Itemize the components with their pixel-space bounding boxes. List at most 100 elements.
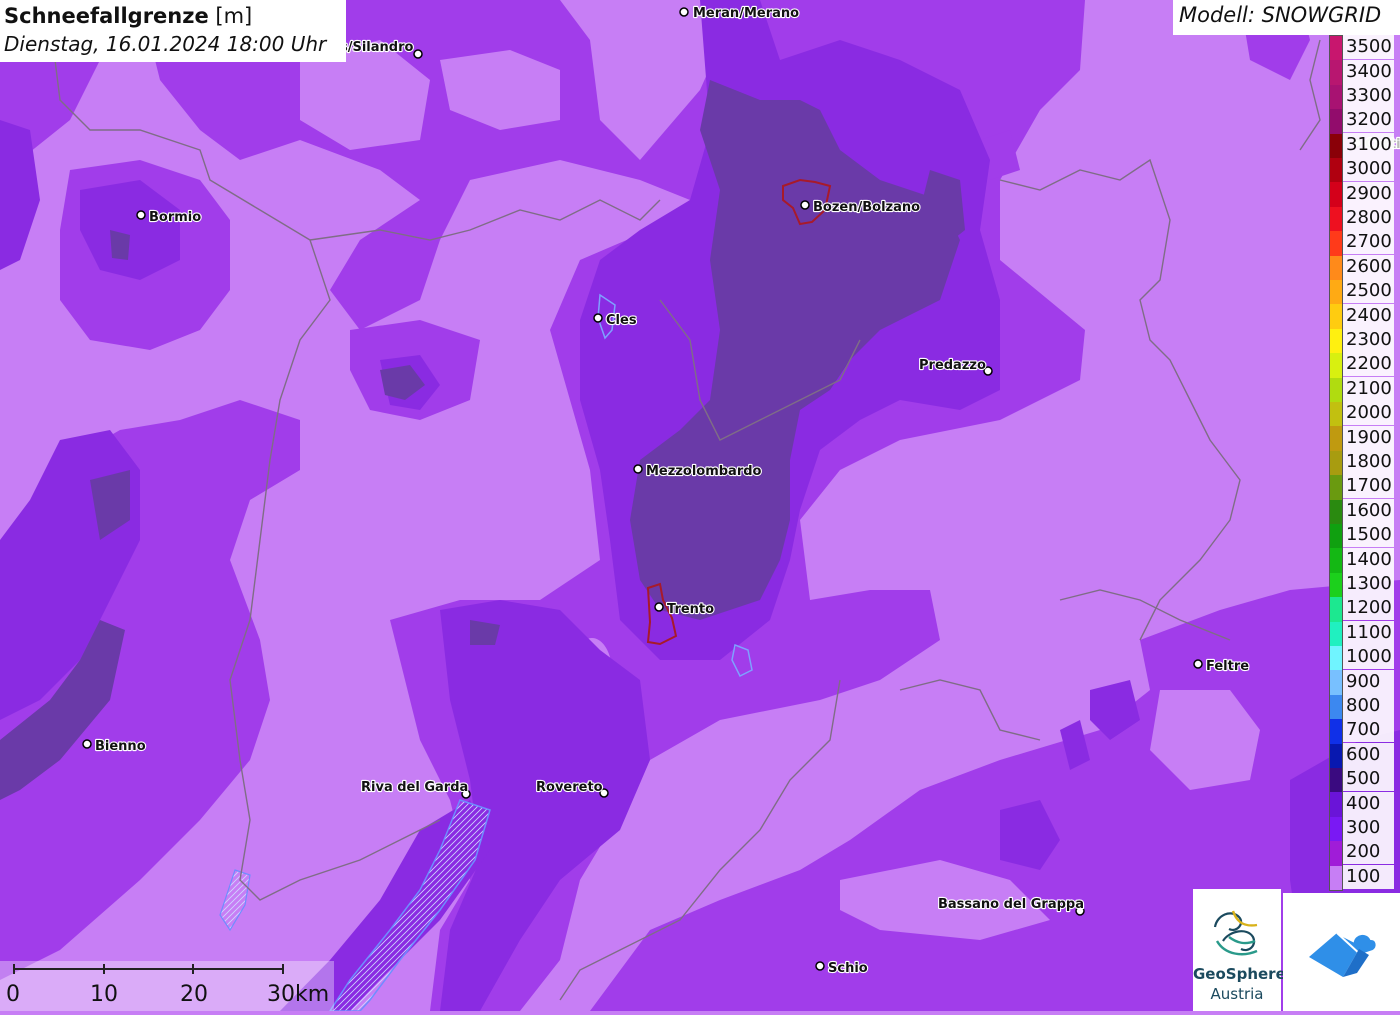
legend-label: 1700 — [1343, 474, 1394, 498]
legend-label: 900 — [1343, 670, 1394, 694]
title-unit: [m] — [215, 4, 253, 28]
legend-swatch — [1330, 475, 1342, 501]
legend-label: 1200 — [1343, 596, 1394, 620]
map-datetime: Dienstag, 16.01.2024 18:00 Uhr — [4, 32, 327, 56]
title-main: Schneefallgrenze — [4, 4, 209, 28]
geosphere-name: GeoSphere — [1193, 965, 1286, 983]
legend-swatch — [1330, 426, 1342, 452]
map-title-box: Schneefallgrenze [m] Dienstag, 16.01.202… — [0, 0, 346, 62]
city-dot — [815, 961, 825, 971]
legend-label: 500 — [1343, 767, 1394, 791]
legend-swatch — [1330, 743, 1342, 769]
city-label: Bormio — [149, 210, 201, 225]
legend-label: 100 — [1343, 865, 1394, 889]
legend-label: 2800 — [1343, 206, 1394, 230]
legend-label: 1000 — [1343, 645, 1394, 669]
city-label: Bozen/Bolzano — [813, 200, 920, 215]
city-meran: Meran/Merano — [679, 5, 800, 22]
geosphere-country: Austria — [1210, 985, 1264, 1003]
legend-label: 2900 — [1343, 182, 1394, 206]
city-label: Trento — [667, 602, 714, 617]
legend-swatch — [1330, 694, 1342, 720]
city-dot — [136, 210, 146, 220]
color-legend-bar — [1329, 35, 1343, 891]
legend-swatch — [1330, 792, 1342, 818]
legend-swatch — [1330, 280, 1342, 305]
legend-swatch — [1330, 572, 1342, 598]
legend-swatch — [1330, 109, 1342, 135]
legend-swatch — [1330, 865, 1342, 891]
legend-label: 1400 — [1343, 548, 1394, 572]
city-dot — [413, 49, 423, 59]
legend-swatch — [1330, 524, 1342, 549]
legend-swatch — [1330, 646, 1342, 671]
legend-swatch — [1330, 304, 1342, 330]
city-dot — [633, 464, 643, 474]
scale-tick-label: 20 — [180, 982, 208, 1007]
city-label: Feltre — [1206, 659, 1249, 674]
city-dot — [654, 602, 664, 612]
city-label: Bienno — [95, 739, 146, 754]
legend-swatch — [1330, 377, 1342, 403]
legend-label: 1500 — [1343, 523, 1394, 547]
legend-label: 2300 — [1343, 328, 1394, 352]
legend-label: 3300 — [1343, 84, 1394, 108]
geosphere-emblem-icon — [1213, 910, 1258, 956]
legend-swatch — [1330, 768, 1342, 793]
city-mezzolombardo: Mezzolombardo — [633, 463, 763, 480]
legend-swatch — [1330, 548, 1342, 574]
legend-swatch — [1330, 499, 1342, 525]
legend-swatch — [1330, 670, 1342, 696]
legend-swatch — [1330, 450, 1342, 476]
city-label: Riva del Garda — [361, 780, 468, 795]
legend-swatch — [1330, 841, 1342, 867]
legend-label: 2400 — [1343, 304, 1394, 328]
city-dot — [679, 7, 689, 17]
city-label: Predazzo — [919, 358, 986, 373]
city-dot — [593, 313, 603, 323]
legend-label: 2500 — [1343, 279, 1394, 303]
scale-tick-label: 10 — [90, 982, 118, 1007]
legend-swatch — [1330, 158, 1342, 183]
legend-label: 2000 — [1343, 401, 1394, 425]
legend-label: 3400 — [1343, 60, 1394, 84]
legend-swatch — [1330, 231, 1342, 257]
map-title: Schneefallgrenze [m] — [4, 3, 342, 30]
legend-label: 3500 — [1343, 35, 1394, 59]
legend-label: 1600 — [1343, 499, 1394, 523]
city-label: Rovereto — [536, 780, 603, 795]
city-label: Cles — [606, 313, 637, 328]
model-label: Modell: SNOWGRID — [1173, 0, 1400, 35]
legend-label: 2100 — [1343, 377, 1394, 401]
legend-label: 3100 — [1343, 133, 1394, 157]
legend-label: 700 — [1343, 718, 1394, 742]
city-rovereto: Rovereto — [535, 779, 609, 798]
legend-label: 1300 — [1343, 572, 1394, 596]
city-label: s/Silandro — [340, 40, 414, 55]
legend-label: 2200 — [1343, 352, 1394, 376]
legend-swatch — [1330, 719, 1342, 745]
legend-label: 3200 — [1343, 108, 1394, 132]
scale-tick-label: 0 — [6, 982, 20, 1007]
city-bolzano: Bozen/Bolzano — [800, 199, 921, 216]
legend-swatch — [1330, 84, 1342, 110]
legend-swatch — [1330, 621, 1342, 647]
scale-tick-label: 30km — [267, 982, 330, 1007]
snowgrid-logo[interactable] — [1283, 893, 1400, 1011]
snowgrid-house-icon — [1309, 932, 1378, 977]
city-label: Bassano del Grappa — [938, 897, 1084, 912]
geosphere-logo[interactable]: GeoSphere Austria — [1193, 889, 1286, 1011]
legend-swatch — [1330, 597, 1342, 623]
legend-label: 3000 — [1343, 157, 1394, 181]
legend-swatch — [1330, 328, 1342, 354]
legend-swatch — [1330, 206, 1342, 232]
city-dot — [1193, 659, 1203, 669]
legend-label: 1900 — [1343, 426, 1394, 450]
legend-label: 800 — [1343, 694, 1394, 718]
legend-label: 600 — [1343, 743, 1394, 767]
legend-swatch — [1330, 255, 1342, 281]
city-dot — [82, 739, 92, 749]
city-label: Schio — [828, 961, 868, 976]
city-dot — [800, 200, 810, 210]
legend-label: 2600 — [1343, 255, 1394, 279]
